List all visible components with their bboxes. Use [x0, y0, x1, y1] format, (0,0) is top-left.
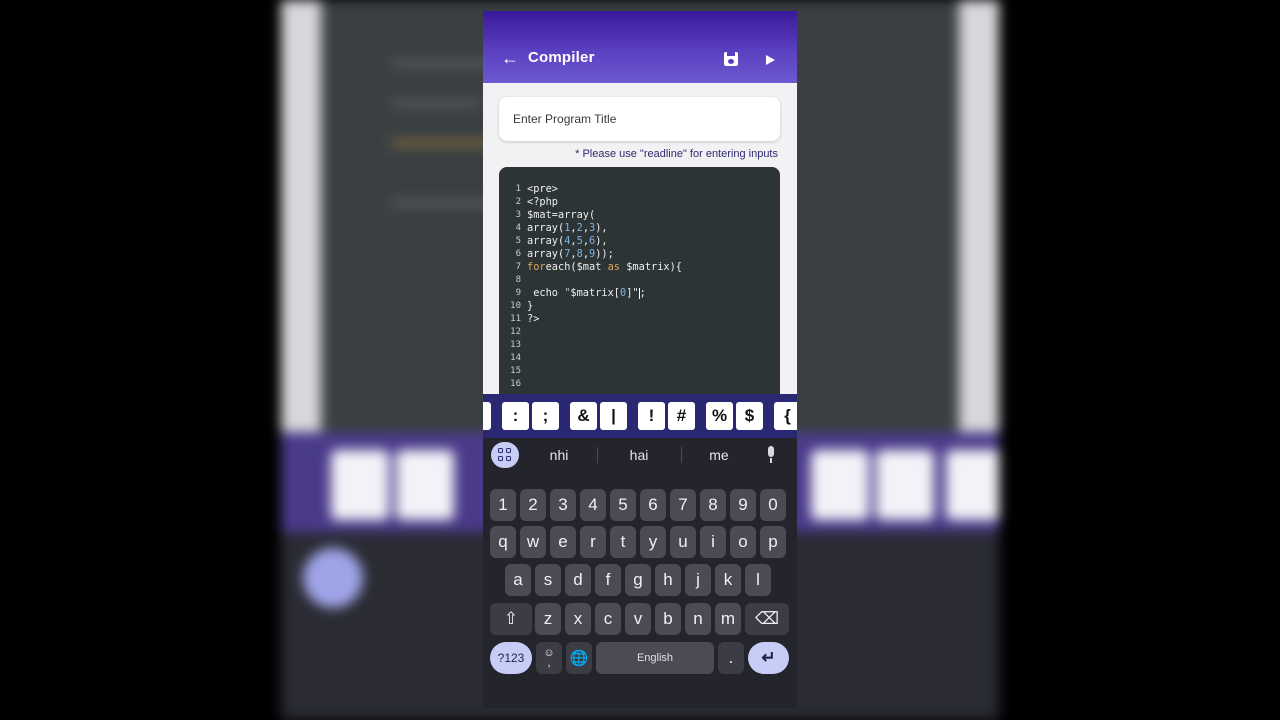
- line-number: 1: [515, 184, 521, 194]
- key-p[interactable]: p: [760, 526, 786, 558]
- line-number: 11: [510, 314, 521, 324]
- code-line: $mat=array(: [527, 209, 596, 221]
- suggestion-item[interactable]: nhi: [529, 445, 589, 465]
- code-line: }: [527, 300, 534, 312]
- line-number: 2: [515, 197, 521, 207]
- key-y[interactable]: y: [640, 526, 666, 558]
- line-number: 3: [515, 210, 521, 220]
- backspace-key[interactable]: ⌫: [745, 603, 789, 635]
- line-number: 6: [515, 249, 521, 259]
- symbol-key-brace[interactable]: {: [774, 402, 797, 430]
- phone-screen: ← Compiler * Please use "readline" for e…: [483, 11, 797, 708]
- key-8[interactable]: 8: [700, 489, 726, 521]
- key-7[interactable]: 7: [670, 489, 696, 521]
- line-number: 15: [510, 366, 521, 376]
- line-number: 5: [515, 236, 521, 246]
- symbol-key-semicolon[interactable]: ;: [532, 402, 559, 430]
- save-icon[interactable]: [724, 52, 738, 66]
- code-line: echo "$matrix[0]";: [527, 287, 646, 299]
- line-number: 13: [510, 340, 521, 350]
- globe-icon[interactable]: 🌐: [566, 642, 592, 674]
- input-hint-text: * Please use "readline" for entering inp…: [575, 148, 778, 160]
- suggestion-divider: [681, 447, 682, 463]
- symbol-key[interactable]: [483, 402, 491, 430]
- code-line: <pre>: [527, 183, 558, 195]
- code-line: <?php: [527, 196, 558, 208]
- key-0[interactable]: 0: [760, 489, 786, 521]
- emoji-comma-key[interactable]: ☺ ,: [536, 642, 562, 674]
- key-m[interactable]: m: [715, 603, 741, 635]
- key-1[interactable]: 1: [490, 489, 516, 521]
- key-q[interactable]: q: [490, 526, 516, 558]
- back-arrow-icon[interactable]: ←: [501, 49, 519, 67]
- comma-label: ,: [547, 657, 551, 669]
- symbols-mode-key[interactable]: ?123: [490, 642, 532, 674]
- play-icon[interactable]: [766, 55, 775, 65]
- line-number: 9: [515, 288, 521, 298]
- microphone-icon[interactable]: [766, 446, 776, 464]
- suggestion-item[interactable]: me: [689, 445, 749, 465]
- line-number: 7: [515, 262, 521, 272]
- symbol-key-hash[interactable]: #: [668, 402, 695, 430]
- line-number: 4: [515, 223, 521, 233]
- key-5[interactable]: 5: [610, 489, 636, 521]
- symbol-key-exclamation[interactable]: !: [638, 402, 665, 430]
- shift-key[interactable]: ⇧: [490, 603, 532, 635]
- key-g[interactable]: g: [625, 564, 651, 596]
- key-a[interactable]: a: [505, 564, 531, 596]
- symbol-key-colon[interactable]: :: [502, 402, 529, 430]
- enter-key[interactable]: ↵: [748, 642, 789, 674]
- code-line: foreach($mat as $matrix){: [527, 261, 683, 273]
- code-line: ?>: [527, 313, 540, 325]
- line-number: 14: [510, 353, 521, 363]
- symbol-key-percent[interactable]: %: [706, 402, 733, 430]
- key-u[interactable]: u: [670, 526, 696, 558]
- code-line: array(4,5,6),: [527, 235, 608, 247]
- period-key[interactable]: .: [718, 642, 744, 674]
- key-x[interactable]: x: [565, 603, 591, 635]
- code-editor[interactable]: 1 <pre> 2 <?php 3 $mat=array( 4 array(1,2,3)…: [499, 167, 780, 407]
- line-number: 8: [515, 275, 521, 285]
- line-number: 16: [510, 379, 521, 389]
- key-z[interactable]: z: [535, 603, 561, 635]
- key-s[interactable]: s: [535, 564, 561, 596]
- code-line: array(7,8,9));: [527, 248, 614, 260]
- key-i[interactable]: i: [700, 526, 726, 558]
- symbol-key-pipe[interactable]: |: [600, 402, 627, 430]
- key-r[interactable]: r: [580, 526, 606, 558]
- code-line: array(1,2,3),: [527, 222, 608, 234]
- key-v[interactable]: v: [625, 603, 651, 635]
- page-title: Compiler: [528, 49, 595, 66]
- key-f[interactable]: f: [595, 564, 621, 596]
- symbol-key-dollar[interactable]: $: [736, 402, 763, 430]
- key-j[interactable]: j: [685, 564, 711, 596]
- key-d[interactable]: d: [565, 564, 591, 596]
- key-t[interactable]: t: [610, 526, 636, 558]
- key-9[interactable]: 9: [730, 489, 756, 521]
- program-title-input[interactable]: [499, 97, 780, 141]
- key-h[interactable]: h: [655, 564, 681, 596]
- key-4[interactable]: 4: [580, 489, 606, 521]
- key-c[interactable]: c: [595, 603, 621, 635]
- key-3[interactable]: 3: [550, 489, 576, 521]
- app-bar: ← Compiler: [483, 11, 797, 83]
- space-bar[interactable]: English: [596, 642, 714, 674]
- key-w[interactable]: w: [520, 526, 546, 558]
- key-n[interactable]: n: [685, 603, 711, 635]
- suggestion-item[interactable]: hai: [609, 445, 669, 465]
- line-number: 12: [510, 327, 521, 337]
- key-o[interactable]: o: [730, 526, 756, 558]
- key-k[interactable]: k: [715, 564, 741, 596]
- apps-grid-icon[interactable]: [491, 442, 519, 468]
- key-2[interactable]: 2: [520, 489, 546, 521]
- on-screen-keyboard: nhi hai me 1 2 3 4 5 6 7 8 9 0 q w e r t…: [483, 438, 797, 708]
- key-b[interactable]: b: [655, 603, 681, 635]
- key-l[interactable]: l: [745, 564, 771, 596]
- suggestion-divider: [597, 447, 598, 463]
- symbol-key-ampersand[interactable]: &: [570, 402, 597, 430]
- line-number: 10: [510, 301, 521, 311]
- key-6[interactable]: 6: [640, 489, 666, 521]
- key-e[interactable]: e: [550, 526, 576, 558]
- symbol-toolbar: : ; & | ! # % $ {: [483, 394, 797, 438]
